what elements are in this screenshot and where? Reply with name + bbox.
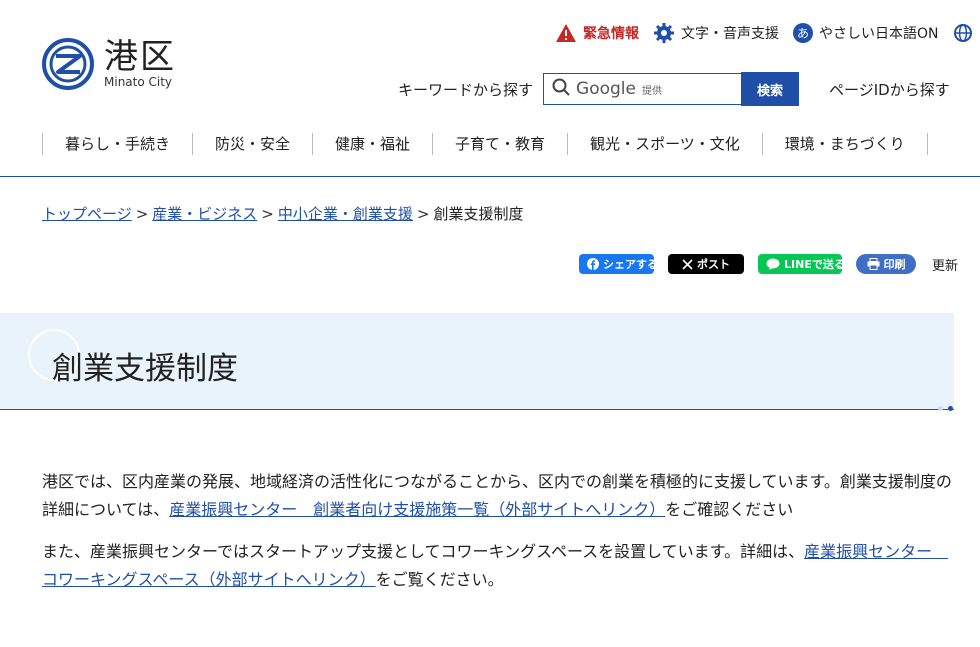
easy-japanese-label: やさしい日本語ON bbox=[819, 26, 939, 42]
x-post-button[interactable]: ポスト bbox=[668, 254, 744, 274]
breadcrumb-separator: > bbox=[416, 205, 430, 223]
text-voice-label: 文字・音声支援 bbox=[681, 26, 779, 42]
decoration-dot bbox=[938, 406, 943, 411]
paragraph-1-text-b: をご確認ください bbox=[665, 500, 794, 519]
google-wordmark: Google bbox=[576, 79, 636, 99]
logo-english: Minato City bbox=[104, 75, 173, 89]
paragraph-2-text-a: また、産業振興センターではスタートアップ支援としてコワーキングスペースを設置して… bbox=[42, 542, 805, 561]
nav-item-childcare[interactable]: 子育て・教育 bbox=[432, 133, 567, 155]
gear-icon bbox=[653, 22, 675, 44]
keyword-search-label: キーワードから探す bbox=[398, 80, 534, 99]
site-logo[interactable]: 港区 Minato City bbox=[42, 38, 176, 90]
facebook-icon bbox=[587, 258, 599, 270]
emergency-label: 緊急情報 bbox=[583, 26, 639, 42]
nav-item-living[interactable]: 暮らし・手続き bbox=[42, 133, 192, 155]
nav-item-environment[interactable]: 環境・まちづくり bbox=[761, 133, 928, 155]
nav-item-safety[interactable]: 防災・安全 bbox=[192, 133, 312, 155]
paragraph-2-text-b: をご覧ください。 bbox=[375, 570, 504, 589]
text-voice-support-link[interactable]: 文字・音声支援 bbox=[653, 22, 779, 44]
breadcrumb-industry-link[interactable]: 産業・ビジネス bbox=[152, 205, 257, 223]
title-band: 創業支援制度 bbox=[0, 313, 954, 410]
search-button[interactable]: 検索 bbox=[741, 72, 800, 106]
page-id-search-link[interactable]: ページIDから探す bbox=[829, 79, 950, 100]
search-input[interactable]: Google 提供 bbox=[543, 73, 742, 105]
print-label: 印刷 bbox=[883, 258, 906, 271]
utility-links: 緊急情報 文字・音声支援 あ やさしい日本語ON bbox=[555, 22, 980, 44]
title-decoration-dots bbox=[938, 406, 958, 411]
decoration-dot bbox=[948, 406, 953, 411]
globe-icon bbox=[953, 23, 973, 43]
main-content: 港区では、区内産業の発展、地域経済の活性化につながることから、区内での創業を積極… bbox=[42, 468, 954, 608]
printer-icon bbox=[867, 258, 880, 270]
line-share-label: LINEで送る bbox=[784, 258, 845, 271]
svg-text:あ: あ bbox=[797, 27, 809, 41]
breadcrumb-top-link[interactable]: トップページ bbox=[42, 205, 132, 223]
minato-emblem-icon bbox=[42, 38, 94, 90]
search-icon bbox=[552, 78, 570, 100]
breadcrumb-sme-link[interactable]: 中小企業・創業支援 bbox=[278, 205, 413, 223]
global-nav: 暮らし・手続き 防災・安全 健康・福祉 子育て・教育 観光・スポーツ・文化 環境… bbox=[42, 128, 928, 160]
search-row: キーワードから探す Google 提供 検索 ページIDから探す bbox=[398, 72, 950, 106]
hiragana-a-icon: あ bbox=[793, 23, 813, 43]
updated-label: 更新 bbox=[932, 258, 959, 274]
startup-support-link[interactable]: 産業振興センター 創業者向け支援施策一覧（外部サイトへリンク） bbox=[169, 500, 665, 519]
emergency-info-link[interactable]: 緊急情報 bbox=[555, 23, 639, 43]
nav-divider bbox=[0, 176, 980, 177]
language-link[interactable] bbox=[953, 23, 979, 43]
paragraph-1: 港区では、区内産業の発展、地域経済の活性化につながることから、区内での創業を積極… bbox=[42, 468, 954, 524]
breadcrumb-separator: > bbox=[261, 205, 274, 223]
facebook-share-button[interactable]: シェアする bbox=[579, 254, 658, 274]
share-bar: シェアする ポスト LINEで送る 印刷 更新 bbox=[579, 254, 958, 274]
paragraph-2: また、産業振興センターではスタートアップ支援としてコワーキングスペースを設置して… bbox=[42, 538, 954, 594]
logo-kanji: 港区 bbox=[104, 37, 176, 77]
easy-japanese-toggle[interactable]: あ やさしい日本語ON bbox=[793, 23, 939, 43]
line-share-button[interactable]: LINEで送る bbox=[758, 254, 845, 274]
nav-item-tourism[interactable]: 観光・スポーツ・文化 bbox=[567, 133, 762, 155]
breadcrumb-current: 創業支援制度 bbox=[433, 205, 524, 223]
page-title: 創業支援制度 bbox=[52, 351, 238, 387]
facebook-share-label: シェアする bbox=[603, 258, 658, 271]
print-button[interactable]: 印刷 bbox=[856, 254, 916, 274]
warning-icon bbox=[555, 23, 577, 43]
breadcrumb-separator: > bbox=[135, 205, 149, 223]
x-post-label: ポスト bbox=[697, 258, 730, 271]
google-provided-label: 提供 bbox=[641, 85, 662, 97]
nav-item-health[interactable]: 健康・福祉 bbox=[312, 133, 432, 155]
x-logo-icon bbox=[682, 258, 693, 270]
line-icon bbox=[766, 258, 780, 270]
breadcrumb: トップページ > 産業・ビジネス > 中小企業・創業支援 > 創業支援制度 bbox=[42, 203, 523, 224]
